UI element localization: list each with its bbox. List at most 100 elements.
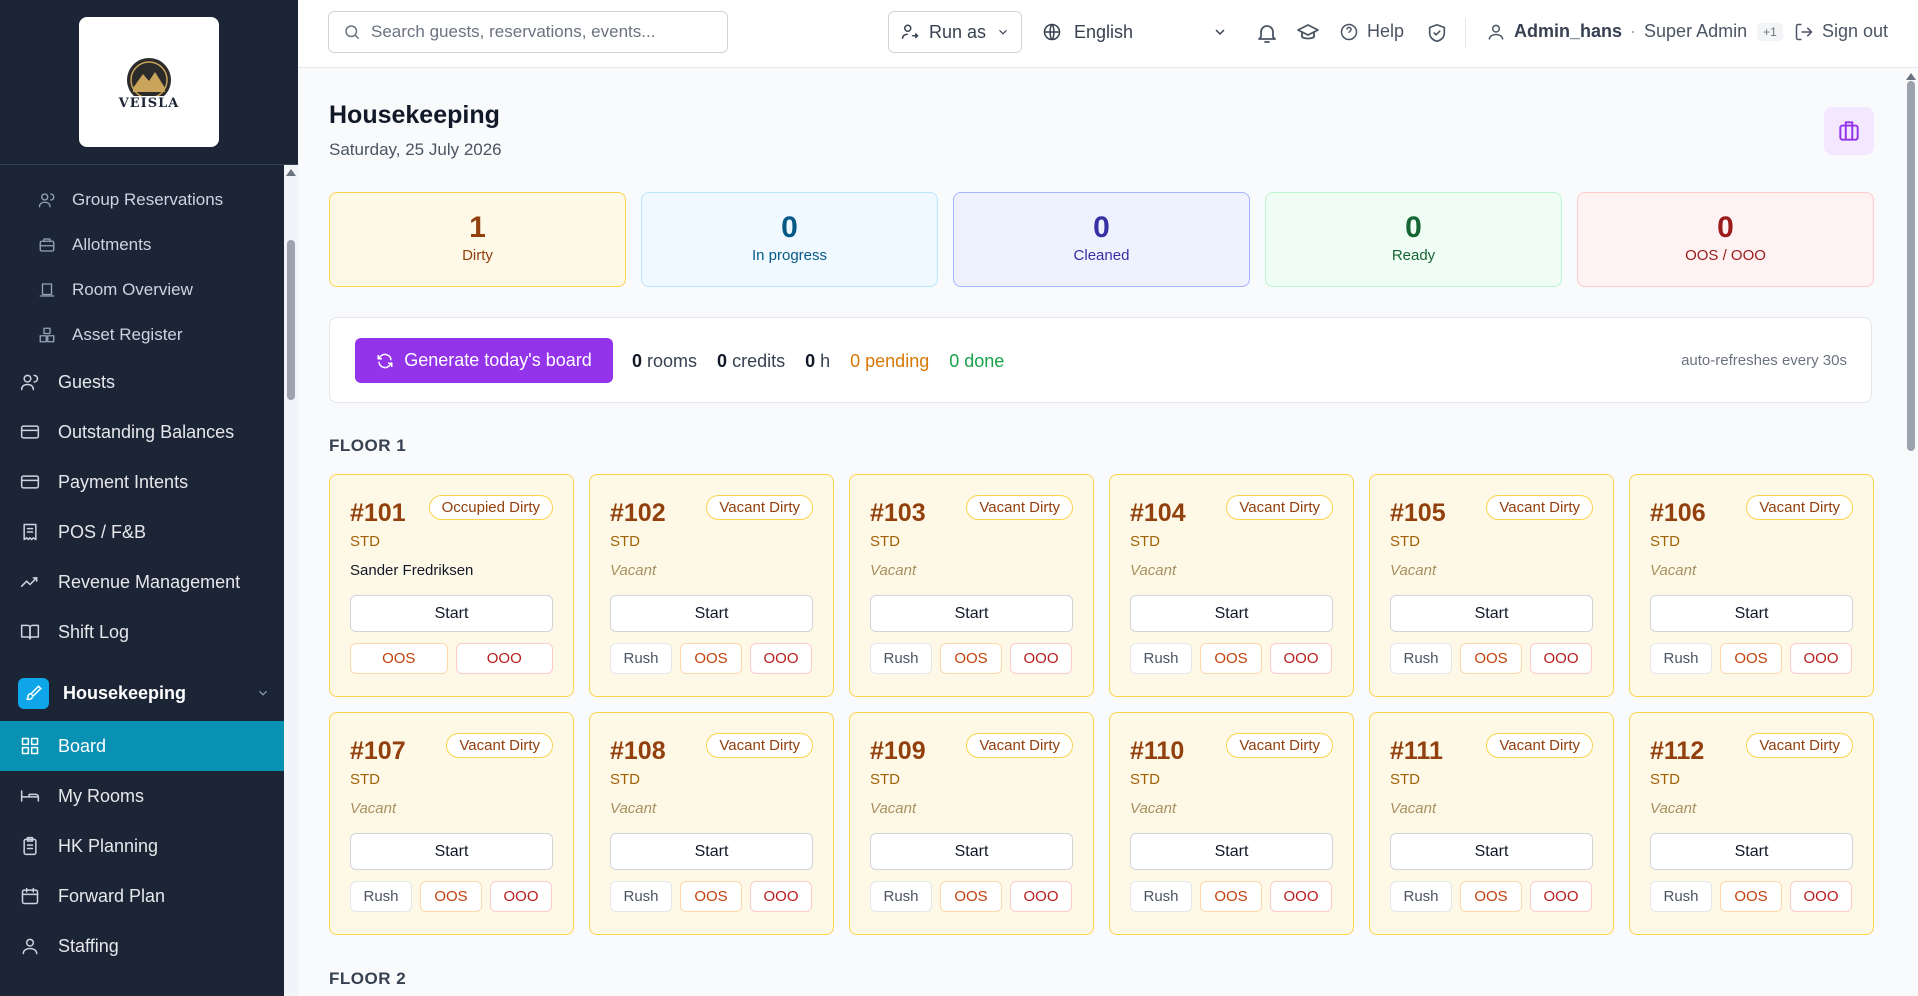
ooo-button[interactable]: OOO (1530, 881, 1592, 912)
oos-button[interactable]: OOS (940, 881, 1002, 912)
sidebar-item-payment-intents[interactable]: Payment Intents (0, 457, 284, 507)
room-card[interactable]: #103 STD Vacant Vacant Dirty Start Rush OOS OOO (849, 474, 1094, 697)
sidebar-item-forward-plan[interactable]: Forward Plan (0, 871, 284, 921)
bell-icon[interactable] (1255, 21, 1279, 45)
oos-button[interactable]: OOS (350, 643, 448, 674)
start-button[interactable]: Start (1390, 595, 1593, 632)
start-button[interactable]: Start (1650, 595, 1853, 632)
user-menu[interactable]: Admin_hans · Super Admin +1 (1486, 21, 1783, 42)
scroll-up-icon[interactable] (1906, 73, 1916, 80)
ooo-button[interactable]: OOO (750, 643, 812, 674)
rush-button[interactable]: Rush (1650, 881, 1712, 912)
rush-button[interactable]: Rush (1390, 881, 1452, 912)
oos-button[interactable]: OOS (680, 881, 742, 912)
graduation-cap-icon[interactable] (1296, 21, 1320, 45)
sidebar-scrollbar[interactable] (284, 165, 298, 996)
start-button[interactable]: Start (870, 595, 1073, 632)
start-button[interactable]: Start (350, 595, 553, 632)
sidebar-group-housekeeping[interactable]: Housekeeping (0, 665, 284, 721)
stat-card[interactable]: 0 Ready (1265, 192, 1562, 287)
room-card[interactable]: #111 STD Vacant Vacant Dirty Start Rush OOS OOO (1369, 712, 1614, 935)
room-card[interactable]: #110 STD Vacant Vacant Dirty Start Rush OOS OOO (1109, 712, 1354, 935)
run-as-button[interactable]: Run as (888, 11, 1022, 53)
ooo-button[interactable]: OOO (1010, 881, 1072, 912)
room-card[interactable]: #109 STD Vacant Vacant Dirty Start Rush OOS OOO (849, 712, 1094, 935)
start-button[interactable]: Start (1130, 833, 1333, 870)
oos-button[interactable]: OOS (1200, 881, 1262, 912)
sign-out-button[interactable]: Sign out (1794, 21, 1888, 42)
sidebar-item-guests[interactable]: Guests (0, 357, 284, 407)
start-button[interactable]: Start (1130, 595, 1333, 632)
oos-button[interactable]: OOS (1460, 643, 1522, 674)
start-button[interactable]: Start (350, 833, 553, 870)
start-button[interactable]: Start (610, 833, 813, 870)
sidebar-scroll-thumb[interactable] (287, 240, 295, 400)
stat-card[interactable]: 1 Dirty (329, 192, 626, 287)
ooo-button[interactable]: OOO (1270, 643, 1332, 674)
start-button[interactable]: Start (1390, 833, 1593, 870)
start-button[interactable]: Start (610, 595, 813, 632)
room-card[interactable]: #106 STD Vacant Vacant Dirty Start Rush OOS OOO (1629, 474, 1874, 697)
stat-card[interactable]: 0 In progress (641, 192, 938, 287)
room-card[interactable]: #102 STD Vacant Vacant Dirty Start Rush OOS OOO (589, 474, 834, 697)
rush-button[interactable]: Rush (1650, 643, 1712, 674)
sidebar-item-outstanding-balances[interactable]: Outstanding Balances (0, 407, 284, 457)
shield-check-icon[interactable] (1426, 22, 1448, 44)
oos-button[interactable]: OOS (1720, 643, 1782, 674)
room-card[interactable]: #105 STD Vacant Vacant Dirty Start Rush OOS OOO (1369, 474, 1614, 697)
ooo-button[interactable]: OOO (1010, 643, 1072, 674)
sidebar-item-pos-fb[interactable]: POS / F&B (0, 507, 284, 557)
oos-button[interactable]: OOS (1460, 881, 1522, 912)
rush-button[interactable]: Rush (870, 881, 932, 912)
generate-board-button[interactable]: Generate today's board (355, 338, 613, 383)
sidebar-item-shift-log[interactable]: Shift Log (0, 607, 284, 657)
room-card[interactable]: #108 STD Vacant Vacant Dirty Start Rush OOS OOO (589, 712, 834, 935)
ooo-button[interactable]: OOO (1530, 643, 1592, 674)
oos-button[interactable]: OOS (1200, 643, 1262, 674)
sidebar-item-revenue-management[interactable]: Revenue Management (0, 557, 284, 607)
room-card[interactable]: #101 STD Sander Fredriksen Occupied Dirty St… (329, 474, 574, 697)
sidebar-item-staffing[interactable]: Staffing (0, 921, 284, 971)
ooo-button[interactable]: OOO (1790, 643, 1852, 674)
hotel-logo[interactable]: VEISLA (79, 17, 219, 147)
ooo-button[interactable]: OOO (750, 881, 812, 912)
scroll-up-icon[interactable] (286, 169, 296, 176)
rush-button[interactable]: Rush (610, 881, 672, 912)
stat-card[interactable]: 0 OOS / OOO (1577, 192, 1874, 287)
sidebar-item-room-overview[interactable]: Room Overview (0, 267, 284, 312)
rush-button[interactable]: Rush (1390, 643, 1452, 674)
search-box[interactable] (328, 11, 728, 53)
sidebar-item-my-rooms[interactable]: My Rooms (0, 771, 284, 821)
stat-card[interactable]: 0 Cleaned (953, 192, 1250, 287)
rush-button[interactable]: Rush (1130, 881, 1192, 912)
room-card[interactable]: #112 STD Vacant Vacant Dirty Start Rush OOS OOO (1629, 712, 1874, 935)
start-button[interactable]: Start (870, 833, 1073, 870)
language-select[interactable]: English (1042, 11, 1228, 53)
ooo-button[interactable]: OOO (455, 643, 553, 674)
rush-button[interactable]: Rush (1130, 643, 1192, 674)
ooo-button[interactable]: OOO (1790, 881, 1852, 912)
sidebar-item-asset-register[interactable]: Asset Register (0, 312, 284, 357)
page-scroll-thumb[interactable] (1907, 81, 1915, 451)
oos-button[interactable]: OOS (1720, 881, 1782, 912)
page-scrollbar[interactable] (1904, 69, 1918, 996)
room-card[interactable]: #107 STD Vacant Vacant Dirty Start Rush OOS OOO (329, 712, 574, 935)
help-link[interactable]: Help (1339, 21, 1404, 42)
room-card[interactable]: #104 STD Vacant Vacant Dirty Start Rush OOS OOO (1109, 474, 1354, 697)
page-date: Saturday, 25 July 2026 (329, 140, 502, 159)
rush-button[interactable]: Rush (870, 643, 932, 674)
sidebar-item-group-reservations[interactable]: Group Reservations (0, 177, 284, 222)
sidebar-item-board[interactable]: Board (0, 721, 284, 771)
oos-button[interactable]: OOS (680, 643, 742, 674)
rush-button[interactable]: Rush (610, 643, 672, 674)
board-view-button[interactable] (1824, 107, 1874, 155)
rush-button[interactable]: Rush (350, 881, 412, 912)
oos-button[interactable]: OOS (420, 881, 482, 912)
sidebar-item-allotments[interactable]: Allotments (0, 222, 284, 267)
start-button[interactable]: Start (1650, 833, 1853, 870)
search-input[interactable] (371, 22, 711, 42)
oos-button[interactable]: OOS (940, 643, 1002, 674)
ooo-button[interactable]: OOO (490, 881, 552, 912)
ooo-button[interactable]: OOO (1270, 881, 1332, 912)
sidebar-item-hk-planning[interactable]: HK Planning (0, 821, 284, 871)
